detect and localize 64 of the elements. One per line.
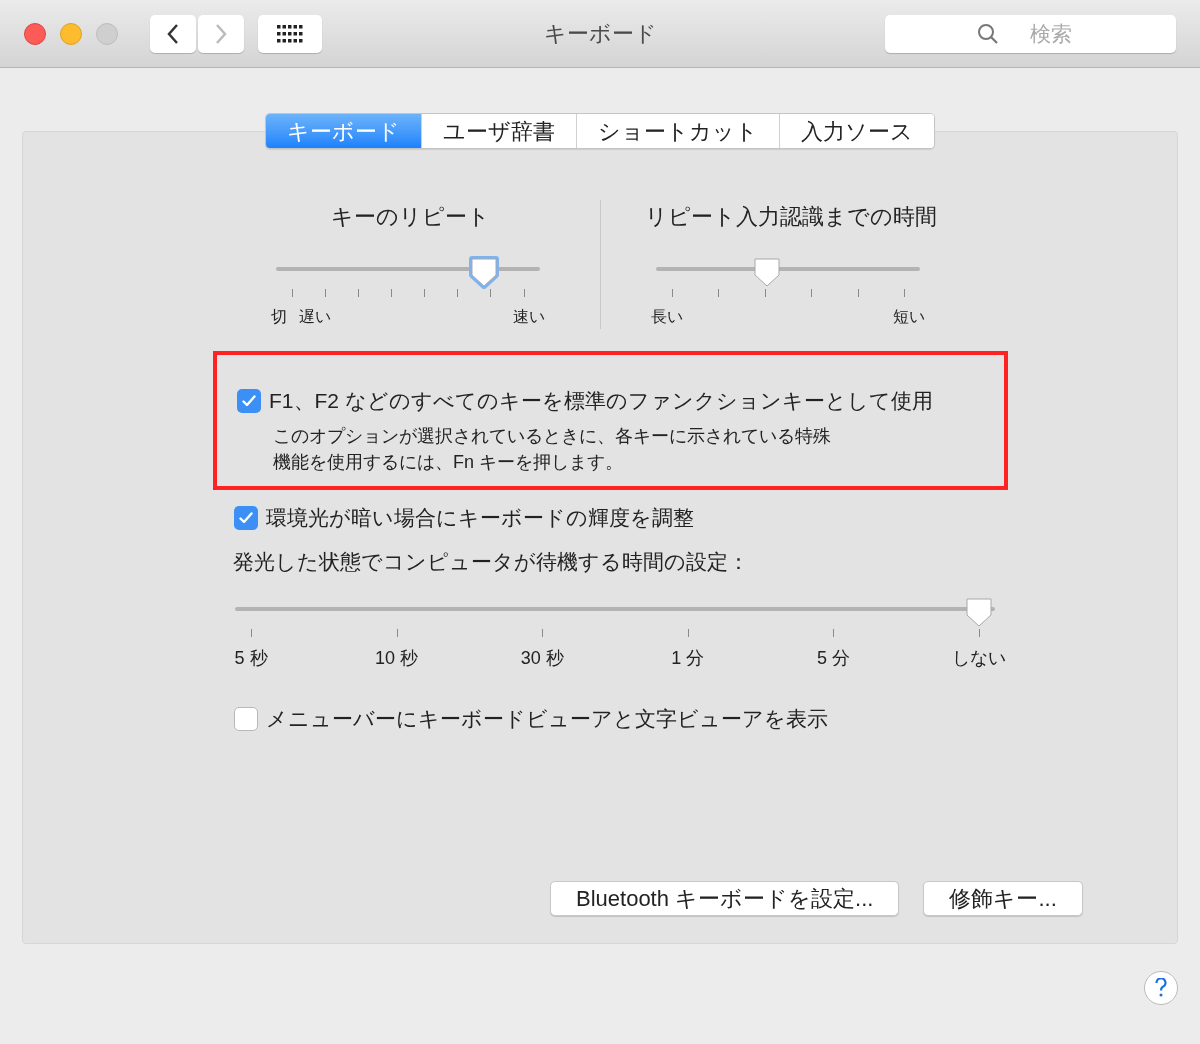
close-button[interactable] (24, 22, 46, 45)
slider-label: 長い (651, 307, 683, 327)
checkbox[interactable] (234, 706, 258, 731)
tick-mark (357, 289, 359, 297)
tick-mark (424, 289, 426, 297)
tick-label: 1 分 (671, 647, 705, 670)
window-title: キーボード (543, 20, 657, 48)
push-button[interactable]: 修飾キー... (923, 880, 1083, 916)
zoom-button[interactable] (96, 22, 118, 45)
checkmark-icon (242, 394, 256, 407)
chevron-left-icon (167, 22, 179, 45)
tick-mark (324, 289, 326, 297)
slider-label: 短い (893, 307, 925, 327)
checkbox[interactable] (237, 388, 261, 413)
tab[interactable]: ショートカット (576, 114, 779, 148)
tick-mark (396, 629, 398, 637)
slider-title: キーのリピート (330, 203, 490, 231)
tick-label: しない (952, 647, 1006, 670)
tick-mark (251, 629, 252, 637)
tick-mark (833, 629, 835, 637)
slider-label: 速い (512, 307, 545, 327)
slider-label: 遅い (298, 307, 331, 327)
tick-mark (490, 289, 492, 297)
tick-mark (764, 289, 766, 297)
back-button[interactable] (150, 14, 196, 53)
checkbox[interactable] (234, 505, 258, 530)
option-description: 機能を使用するには、Fn キーを押します。 (273, 450, 623, 474)
checkbox-label: メニューバーにキーボードビューアと文字ビューアを表示 (266, 706, 828, 732)
checkbox-label: F1、F2 などのすべてのキーを標準のファンクションキーとして使用 (269, 388, 933, 414)
minimize-button[interactable] (60, 22, 82, 45)
slider-thumb[interactable] (468, 255, 501, 289)
tick-label: 5 分 (816, 647, 850, 670)
checkmark-icon (239, 511, 253, 524)
slider-label: 切 (270, 307, 287, 327)
tick-label: 30 秒 (520, 647, 564, 670)
tick-label: 5 秒 (234, 647, 268, 670)
help-button[interactable] (1144, 971, 1178, 1005)
search-icon (977, 22, 999, 45)
push-button[interactable]: Bluetooth キーボードを設定... (550, 880, 900, 916)
slider-title: リピート入力認識までの時間 (644, 203, 937, 231)
option-description: このオプションが選択されているときに、各キーに示されている特殊 (273, 424, 831, 448)
slider-title: 発光した状態でコンピュータが待機する時間の設定： (233, 548, 750, 575)
slider-thumb[interactable] (963, 595, 995, 629)
tick-label: 10 秒 (375, 647, 419, 670)
checkbox-label: 環境光が暗い場合にキーボードの輝度を調整 (266, 505, 694, 531)
tick-mark (979, 629, 980, 637)
help-icon (1155, 978, 1167, 998)
search-field[interactable]: 検索 (885, 14, 1176, 53)
grid-icon (277, 24, 303, 43)
tick-mark (523, 289, 525, 297)
tick-mark (291, 289, 293, 297)
tick-mark (811, 289, 813, 297)
show-all-button[interactable] (258, 14, 322, 53)
tick-mark (718, 289, 720, 297)
tab[interactable]: 入力ソース (779, 114, 934, 148)
tick-mark (390, 289, 392, 297)
tick-mark (904, 289, 905, 297)
tab[interactable]: ユーザ辞書 (421, 114, 576, 148)
tick-mark (687, 629, 689, 637)
tick-mark (457, 289, 459, 297)
tick-mark (857, 289, 859, 297)
tick-mark (542, 629, 544, 637)
chevron-right-icon (215, 22, 227, 45)
tick-mark (672, 289, 673, 297)
